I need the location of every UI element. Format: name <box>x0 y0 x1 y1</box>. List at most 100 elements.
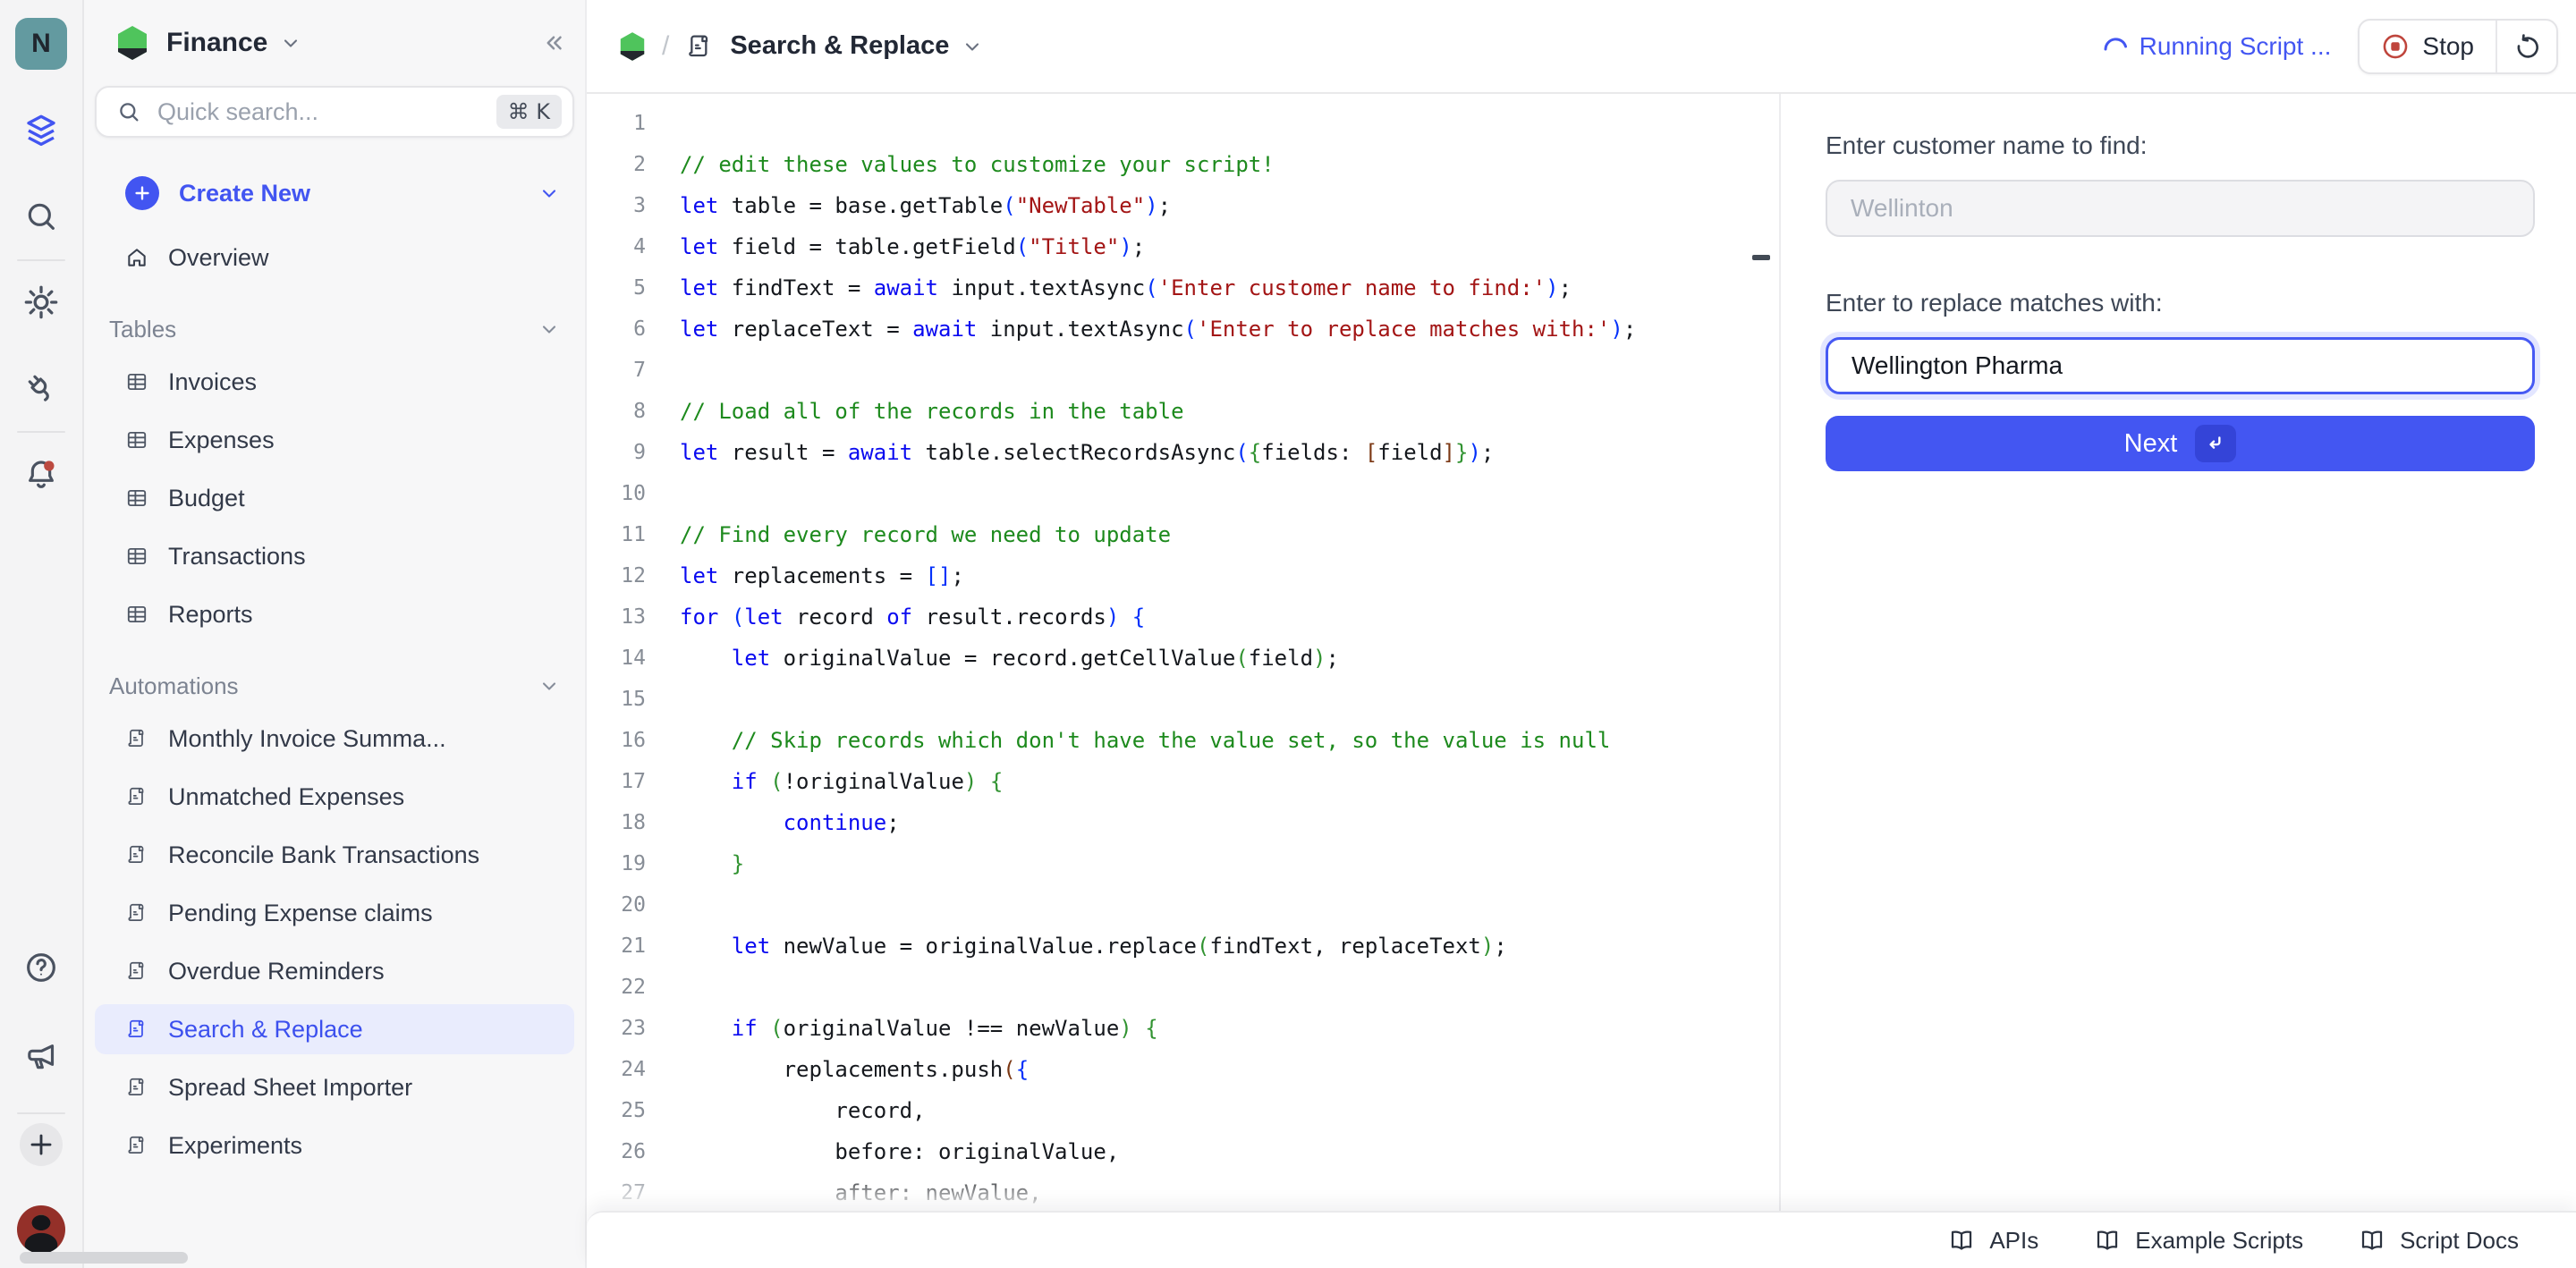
line-content: replacements.push({ <box>680 1057 1029 1082</box>
code-line[interactable]: 14 let originalValue = record.getCellVal… <box>587 638 1779 679</box>
sidebar-item-invoices[interactable]: Invoices <box>95 357 574 407</box>
line-content: } <box>680 851 744 876</box>
code-line[interactable]: 22 <box>587 967 1779 1008</box>
code-line[interactable]: 6let replaceText = await input.textAsync… <box>587 309 1779 350</box>
section-header-tables[interactable]: Tables <box>95 309 574 349</box>
code-line[interactable]: 2// edit these values to customize your … <box>587 144 1779 185</box>
item-label: Transactions <box>168 543 306 571</box>
plug-icon[interactable] <box>20 367 63 410</box>
code-line[interactable]: 11// Find every record we need to update <box>587 514 1779 555</box>
code-line[interactable]: 1 <box>587 103 1779 144</box>
workspace-logo[interactable]: N <box>15 18 67 70</box>
code-line[interactable]: 15 <box>587 679 1779 720</box>
sidebar-item-pending-expense-claims[interactable]: Pending Expense claims <box>95 888 574 938</box>
sidebar-item-search-replace[interactable]: Search & Replace <box>95 1004 574 1054</box>
sidebar-item-transactions[interactable]: Transactions <box>95 531 574 581</box>
book-icon <box>2094 1227 2121 1254</box>
code-line[interactable]: 5let findText = await input.textAsync('E… <box>587 267 1779 309</box>
page-title: Search & Replace <box>730 31 949 61</box>
code-line[interactable]: 3let table = base.getTable("NewTable"); <box>587 185 1779 226</box>
find-input[interactable] <box>1826 180 2535 237</box>
sidebar-item-experiments[interactable]: Experiments <box>95 1120 574 1171</box>
code-line[interactable]: 4let field = table.getField("Title"); <box>587 226 1779 267</box>
add-plus-button[interactable] <box>20 1123 63 1166</box>
line-content: let originalValue = record.getCellValue(… <box>680 646 1339 671</box>
code-line[interactable]: 13for (let record of result.records) { <box>587 596 1779 638</box>
sidebar-item-budget[interactable]: Budget <box>95 473 574 523</box>
code-line[interactable]: 17 if (!originalValue) { <box>587 761 1779 802</box>
code-line[interactable]: 9let result = await table.selectRecordsA… <box>587 432 1779 473</box>
script-icon <box>125 901 148 925</box>
line-content: let table = base.getTable("NewTable"); <box>680 193 1171 218</box>
line-number: 14 <box>587 647 646 670</box>
code-line[interactable]: 16 // Skip records which don't have the … <box>587 720 1779 761</box>
sidebar-item-reconcile-bank-transactions[interactable]: Reconcile Bank Transactions <box>95 830 574 880</box>
code-line[interactable]: 23 if (originalValue !== newValue) { <box>587 1008 1779 1049</box>
create-new-button[interactable]: Create New <box>95 168 574 218</box>
code-editor[interactable]: 12// edit these values to customize your… <box>587 94 1779 1211</box>
megaphone-icon[interactable] <box>20 1034 63 1077</box>
sidebar-item-unmatched-expenses[interactable]: Unmatched Expenses <box>95 772 574 822</box>
next-label: Next <box>2124 429 2178 459</box>
search-icon <box>116 99 141 124</box>
sidebar-item-overview[interactable]: Overview <box>95 232 574 283</box>
reload-icon <box>2513 33 2540 60</box>
search-icon[interactable] <box>20 195 63 238</box>
notifications-bell-icon[interactable] <box>20 452 63 495</box>
code-line[interactable]: 7 <box>587 350 1779 391</box>
sidebar-item-overdue-reminders[interactable]: Overdue Reminders <box>95 946 574 996</box>
docs-link-apis[interactable]: APIs <box>1948 1227 2038 1255</box>
stop-button[interactable]: Stop <box>2360 21 2496 72</box>
code-line[interactable]: 25 record, <box>587 1090 1779 1131</box>
item-label: Overdue Reminders <box>168 958 385 985</box>
code-line[interactable]: 24 replacements.push({ <box>587 1049 1779 1090</box>
line-number: 6 <box>587 317 646 341</box>
line-content: if (!originalValue) { <box>680 769 1003 794</box>
code-line[interactable]: 27 after: newValue, <box>587 1172 1779 1211</box>
sidebar-item-expenses[interactable]: Expenses <box>95 415 574 465</box>
code-line[interactable]: 12let replacements = []; <box>587 555 1779 596</box>
section-header-automations[interactable]: Automations <box>95 666 574 706</box>
code-line[interactable]: 26 before: originalValue, <box>587 1131 1779 1172</box>
next-button[interactable]: Next <box>1826 416 2535 471</box>
sidebar-item-spread-sheet-importer[interactable]: Spread Sheet Importer <box>95 1062 574 1112</box>
docs-link-example-scripts[interactable]: Example Scripts <box>2094 1227 2303 1255</box>
user-avatar[interactable] <box>17 1205 65 1254</box>
item-label: Reports <box>168 601 253 629</box>
docs-link-script-docs[interactable]: Script Docs <box>2359 1227 2519 1255</box>
workspace-switcher[interactable]: Finance <box>95 16 574 70</box>
scroll-marker[interactable] <box>1752 255 1770 260</box>
code-line[interactable]: 21 let newValue = originalValue.replace(… <box>587 926 1779 967</box>
collapse-sidebar-icon[interactable] <box>540 30 567 56</box>
breadcrumb[interactable]: / Search & Replace <box>619 31 983 62</box>
code-line[interactable]: 8// Load all of the records in the table <box>587 391 1779 432</box>
replace-input[interactable] <box>1826 337 2535 394</box>
workspace-hexagon-logo <box>116 25 148 61</box>
extensions-layers-icon[interactable] <box>20 109 63 152</box>
line-content: // Load all of the records in the table <box>680 399 1184 424</box>
table-icon <box>125 545 148 568</box>
horizontal-scrollbar[interactable] <box>20 1252 188 1264</box>
table-icon <box>125 428 148 452</box>
script-icon <box>125 1134 148 1157</box>
code-line[interactable]: 10 <box>587 473 1779 514</box>
code-line[interactable]: 19 } <box>587 843 1779 884</box>
line-number: 9 <box>587 441 646 464</box>
docs-bottom-bar: APIs Example Scripts Script Docs <box>587 1211 2576 1268</box>
help-icon[interactable] <box>20 946 63 989</box>
line-content: // Find every record we need to update <box>680 522 1171 547</box>
sidebar-item-monthly-invoice-summa[interactable]: Monthly Invoice Summa... <box>95 714 574 764</box>
rerun-script-button[interactable] <box>2497 21 2556 72</box>
quick-search-box[interactable]: ⌘ K <box>95 86 574 138</box>
line-number: 24 <box>587 1058 646 1081</box>
code-line[interactable]: 18 continue; <box>587 802 1779 843</box>
gear-icon[interactable] <box>20 281 63 324</box>
quick-search-input[interactable] <box>157 98 496 126</box>
sidebar-item-reports[interactable]: Reports <box>95 589 574 639</box>
line-content: let findText = await input.textAsync('En… <box>680 275 1572 300</box>
line-content: let newValue = originalValue.replace(fin… <box>680 934 1507 959</box>
line-number: 27 <box>587 1181 646 1205</box>
script-icon <box>685 32 714 61</box>
item-label: Search & Replace <box>168 1016 363 1044</box>
code-line[interactable]: 20 <box>587 884 1779 926</box>
